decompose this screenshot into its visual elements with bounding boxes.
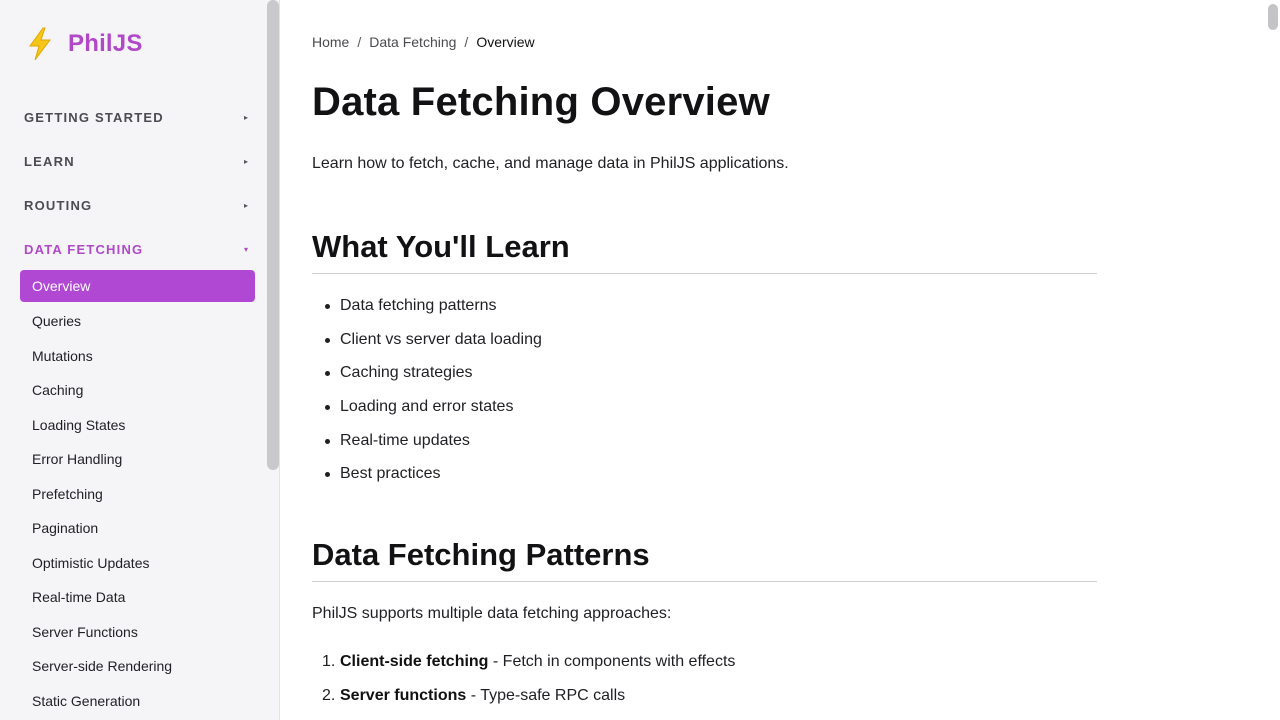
sidebar-scrollbar-thumb[interactable] xyxy=(267,0,279,470)
learn-list: Data fetching patterns Client vs server … xyxy=(312,294,542,496)
heading-what-youll-learn: What You'll Learn xyxy=(312,229,1097,274)
sidebar-item-static-generation[interactable]: Static Generation xyxy=(20,685,255,717)
sidebar: PhilJS GETTING STARTED ▸ LEARN ▸ ROUTING… xyxy=(0,0,280,720)
sidebar-item-server-side-rendering[interactable]: Server-side Rendering xyxy=(20,650,255,682)
pattern-description: - Fetch in components with effects xyxy=(488,653,736,670)
sidebar-section-getting-started[interactable]: GETTING STARTED ▸ xyxy=(24,107,248,127)
list-item: Real-time updates xyxy=(312,429,542,463)
sidebar-section-data-fetching[interactable]: DATA FETCHING ▾ xyxy=(24,239,248,259)
sidebar-item-prefetching[interactable]: Prefetching xyxy=(20,478,255,510)
pattern-title: Client-side fetching xyxy=(340,653,489,670)
section-label: GETTING STARTED xyxy=(24,109,164,125)
breadcrumb-separator: / xyxy=(464,34,469,50)
chevron-right-icon: ▸ xyxy=(243,200,248,210)
breadcrumb: Home / Data Fetching / Overview xyxy=(312,34,535,50)
sidebar-item-pagination[interactable]: Pagination xyxy=(20,512,255,544)
list-number: 2. xyxy=(322,686,336,704)
main-scrollbar-thumb[interactable] xyxy=(1268,4,1278,30)
breadcrumb-current: Overview xyxy=(476,34,535,50)
section-label: LEARN xyxy=(24,153,75,169)
list-item: Caching strategies xyxy=(312,361,542,395)
brand-name: PhilJS xyxy=(68,30,143,57)
main-content: Home / Data Fetching / Overview Data Fet… xyxy=(280,0,1280,720)
heading-data-fetching-patterns: Data Fetching Patterns xyxy=(312,537,1097,582)
section-label: ROUTING xyxy=(24,197,93,213)
list-item: Data fetching patterns xyxy=(312,294,542,328)
pattern-description: - Type-safe RPC calls xyxy=(466,686,626,704)
sidebar-item-real-time-data[interactable]: Real-time Data xyxy=(20,581,255,613)
sidebar-item-error-handling[interactable]: Error Handling xyxy=(20,443,255,475)
sidebar-section-routing[interactable]: ROUTING ▸ xyxy=(24,195,248,215)
page-intro: Learn how to fetch, cache, and manage da… xyxy=(312,155,789,172)
sidebar-item-server-functions[interactable]: Server Functions xyxy=(20,616,255,648)
pattern-title: Server functions xyxy=(340,686,467,704)
list-item: 1. Client-side fetching - Fetch in compo… xyxy=(312,650,735,684)
sidebar-item-caching[interactable]: Caching xyxy=(20,374,255,406)
sidebar-item-loading-states[interactable]: Loading States xyxy=(20,409,255,441)
chevron-right-icon: ▸ xyxy=(243,112,248,122)
breadcrumb-data-fetching[interactable]: Data Fetching xyxy=(369,34,456,50)
list-item: Loading and error states xyxy=(312,395,542,429)
sidebar-item-mutations[interactable]: Mutations xyxy=(20,340,255,372)
chevron-down-icon: ▾ xyxy=(243,244,248,254)
sidebar-item-queries[interactable]: Queries xyxy=(20,305,255,337)
patterns-intro: PhilJS supports multiple data fetching a… xyxy=(312,605,672,622)
sidebar-section-learn[interactable]: LEARN ▸ xyxy=(24,151,248,171)
breadcrumb-home[interactable]: Home xyxy=(312,34,349,50)
page-title: Data Fetching Overview xyxy=(312,80,770,124)
patterns-list: 1. Client-side fetching - Fetch in compo… xyxy=(312,650,735,717)
section-label: DATA FETCHING xyxy=(24,241,144,257)
chevron-right-icon: ▸ xyxy=(243,156,248,166)
list-item: Client vs server data loading xyxy=(312,328,542,362)
sidebar-item-optimistic-updates[interactable]: Optimistic Updates xyxy=(20,547,255,579)
docs-app: PhilJS GETTING STARTED ▸ LEARN ▸ ROUTING… xyxy=(0,0,1280,720)
brand[interactable]: PhilJS xyxy=(24,26,143,62)
list-item: 2. Server functions - Type-safe RPC call… xyxy=(312,684,735,718)
list-number: 1. xyxy=(322,653,336,670)
sidebar-item-overview[interactable]: Overview xyxy=(20,270,255,302)
breadcrumb-separator: / xyxy=(357,34,362,50)
list-item: Best practices xyxy=(312,462,542,496)
lightning-bolt-icon xyxy=(29,27,51,61)
